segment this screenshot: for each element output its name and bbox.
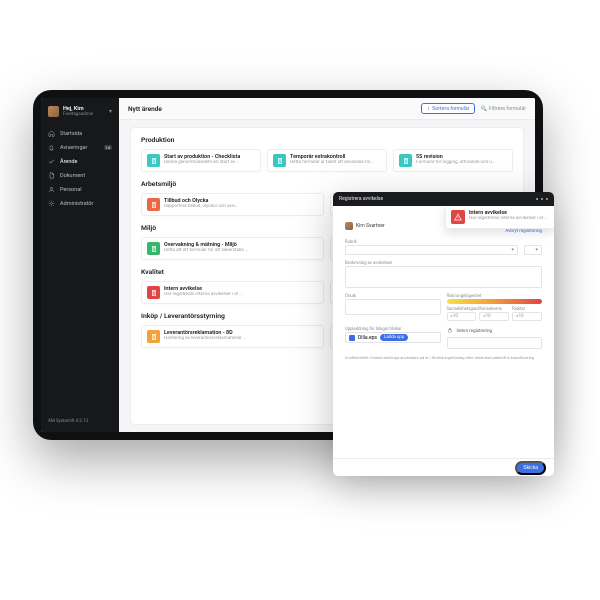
filter-label: Filtrera formulär: [489, 106, 526, 112]
app-version: AM System® 4.2.13: [41, 415, 119, 428]
form-card[interactable]: Start av produktion - ChecklistaDenna ge…: [141, 149, 261, 172]
file-name: Dilla.eps: [358, 335, 377, 341]
sidebar: Hej, Kim Företagsadmin ▾ Startsida Avise…: [41, 98, 119, 432]
form-card[interactable]: Intern avvikelseHär registreras interna …: [141, 281, 324, 304]
priority-slider[interactable]: [447, 299, 543, 304]
form-sub: Hantering av leverantörsreklamationer …: [164, 336, 246, 341]
section-title: Produktion: [141, 136, 513, 144]
rubrik-extra[interactable]: ▾: [524, 245, 542, 255]
cause-textarea[interactable]: [345, 299, 441, 315]
nav-label: Personal: [60, 187, 82, 193]
nav-dokument[interactable]: Dokument: [41, 169, 119, 182]
user-role: Företagsadmin: [63, 112, 93, 117]
user-menu[interactable]: Hej, Kim Företagsadmin ▾: [41, 106, 119, 123]
form-card[interactable]: Leverantörsreklamation - 8DHantering av …: [141, 325, 324, 348]
form-sub: Formulär för logging, utförande och u…: [416, 160, 495, 165]
sort-label: Sortera formulär: [432, 106, 469, 112]
file-attach[interactable]: Dilla.eps Ladda upp: [345, 332, 441, 343]
chevron-down-icon: ▾: [109, 108, 112, 115]
section-title: Arbetsmiljö: [141, 180, 513, 188]
check-icon: [48, 158, 55, 165]
topbar: Nytt ärende ↕ Sortera formulär 🔍 Filtrer…: [119, 98, 535, 120]
home-icon: [48, 130, 55, 137]
form-card[interactable]: Temporär extrakontrollDetta formulär är …: [267, 149, 387, 172]
nav-aviseringar[interactable]: Aviseringar 14: [41, 141, 119, 154]
nav-label: Dokument: [60, 173, 85, 179]
num-a-input[interactable]: ≤10: [447, 312, 477, 321]
sort-button[interactable]: ↕ Sortera formulär: [421, 103, 475, 114]
register-modal: Registrera avvikelse Intern avvikelse Hä…: [333, 192, 554, 476]
form-icon: [147, 242, 160, 255]
avatar: [48, 106, 59, 117]
sort-icon: ↕: [427, 106, 430, 112]
visibility-label: Intern registrering: [457, 329, 492, 334]
num-a-label: Sannolikhetsgrad: [447, 307, 477, 312]
visibility-row[interactable]: Intern registrering: [447, 327, 543, 335]
form-sub: Detta formulär är tänkt att användas för…: [290, 160, 374, 165]
avatar: [345, 222, 353, 230]
more-icon[interactable]: [536, 198, 548, 200]
nav-startsida[interactable]: Startsida: [41, 127, 119, 140]
form-icon: [147, 154, 160, 167]
form-icon: [147, 286, 160, 299]
upload-button[interactable]: Ladda upp: [380, 334, 408, 341]
section: Produktion Start av produktion - Checklis…: [141, 136, 513, 172]
form-card[interactable]: 5S revisionFormulär för logging, utföran…: [393, 149, 513, 172]
nav-label: Startsida: [60, 131, 82, 137]
form-sub: Här registreras interna avvikelser i er …: [164, 292, 243, 297]
nav-label: Ärende: [60, 159, 77, 165]
modal-title: Registrera avvikelse: [339, 196, 383, 202]
modal-body: Intern avvikelse Här registreras interna…: [333, 206, 554, 458]
page-title: Nytt ärende: [128, 105, 162, 113]
form-icon: [147, 198, 160, 211]
document-icon: [48, 172, 55, 179]
num-c-output: ≤10: [512, 312, 542, 321]
nav-personal[interactable]: Personal: [41, 183, 119, 196]
form-card[interactable]: Övervakning & mätning - MiljöDetta att e…: [141, 237, 324, 260]
filter-input[interactable]: 🔍 Filtrera formulär: [480, 106, 526, 112]
form-icon: [273, 154, 286, 167]
reporter-name: Kim Svartner: [356, 223, 385, 229]
confidential-help: Konfidentiellt: Endast behöriga användar…: [345, 355, 542, 360]
cancel-link[interactable]: Avbryt registrering: [505, 229, 542, 234]
nav-label: Administratör: [60, 201, 93, 207]
nav: Startsida Aviseringar 14 Ärende Dokument: [41, 127, 119, 210]
file-icon: [349, 335, 355, 341]
modal-footer: Skicka: [333, 458, 554, 476]
rubrik-select[interactable]: ▾: [345, 245, 518, 255]
modal-titlebar: Registrera avvikelse: [333, 192, 554, 206]
form-sub: Detta att ett formulär för att säkerstäl…: [164, 248, 248, 253]
nav-arende[interactable]: Ärende: [41, 155, 119, 168]
nav-badge: 14: [104, 145, 113, 150]
desc-textarea[interactable]: [345, 266, 542, 288]
form-icon: [147, 330, 160, 343]
form-sub: Denna genomförandefil vill start av …: [164, 160, 240, 165]
search-icon: 🔍: [480, 106, 486, 112]
nav-label: Aviseringar: [60, 145, 87, 151]
lock-icon: [447, 327, 453, 335]
form-icon: [399, 154, 412, 167]
user-icon: [48, 186, 55, 193]
bell-icon: [48, 144, 55, 151]
alert-icon: [451, 210, 465, 224]
nav-admin[interactable]: Administratör: [41, 197, 119, 210]
visibility-select[interactable]: [447, 337, 543, 349]
form-sub: Rapportera tillbud, olyckor och avvi…: [164, 204, 238, 209]
callout-sub: Här registreras interna avvikelser i er …: [469, 216, 549, 221]
gear-icon: [48, 200, 55, 207]
num-b-input[interactable]: ≤10: [479, 312, 509, 321]
card-row: Start av produktion - ChecklistaDenna ge…: [141, 149, 513, 172]
form-card[interactable]: Tillbud och OlyckaRapportera tillbud, ol…: [141, 193, 324, 216]
form-identity-callout: Intern avvikelse Här registreras interna…: [445, 206, 554, 229]
send-button[interactable]: Skicka: [515, 461, 546, 475]
